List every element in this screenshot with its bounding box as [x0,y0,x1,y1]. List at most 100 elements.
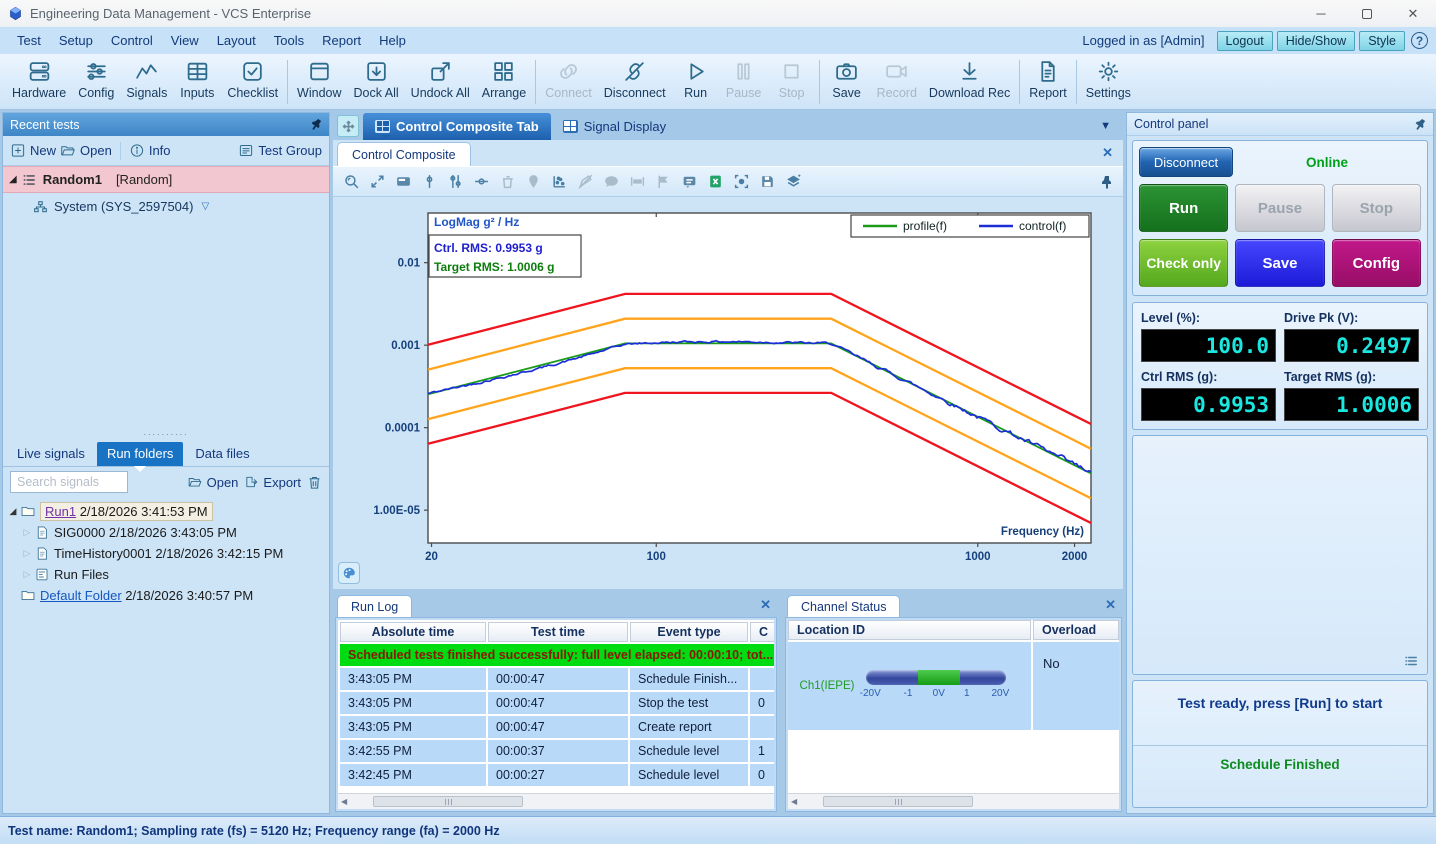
column-header-location-id[interactable]: Location ID [788,620,1031,640]
move-panes-icon[interactable] [337,115,359,137]
disconnect-button[interactable]: Disconnect [1139,147,1233,177]
excel-export-icon[interactable] [707,173,724,190]
disconnect-button[interactable]: Disconnect [598,58,672,104]
open-folder-button[interactable]: Open [187,475,239,490]
menu-report[interactable]: Report [313,33,370,48]
tree-expander-icon[interactable]: ◢ [9,174,17,185]
hardware-button[interactable]: Hardware [6,58,72,104]
tree-item-default-folder[interactable]: Default Folder 2/18/2026 3:40:57 PM [3,585,329,606]
signals-button[interactable]: Signals [120,58,173,104]
column-header-event-type[interactable]: Event type [630,622,748,642]
run-log-row[interactable]: 3:42:55 PM00:00:37Schedule level1 [340,740,774,762]
save-button[interactable]: Save [1235,239,1324,287]
logout-button[interactable]: Logout [1217,31,1273,51]
channel-row[interactable]: Ch1(IEPE) -20V-10V120V [788,642,1031,730]
close-icon[interactable]: ✕ [1105,597,1116,613]
run-button[interactable]: Run [1139,184,1228,232]
tree-item-link[interactable]: Run1 [45,504,76,519]
channel-status-tab[interactable]: Channel Status [787,595,900,617]
save-button[interactable]: Save [823,58,871,104]
test-group-button[interactable]: Test Group [238,143,322,158]
menu-view[interactable]: View [162,33,208,48]
config-button[interactable]: Config [72,58,120,104]
dock-all-button[interactable]: Dock All [348,58,405,104]
tree-item-timehistory0001-2-18-2026-3-42-15-pm[interactable]: ▷TimeHistory0001 2/18/2026 3:42:15 PM [3,543,329,564]
menu-help[interactable]: Help [370,33,415,48]
close-icon[interactable]: ✕ [760,597,771,613]
export-button[interactable]: Export [244,475,301,490]
run-log-banner-row[interactable]: Scheduled tests finished successfully: f… [340,644,774,666]
tab-live-signals[interactable]: Live signals [7,442,95,466]
cursor-single-icon[interactable] [421,173,438,190]
report-button[interactable]: Report [1023,58,1073,104]
run-log-row[interactable]: 3:43:05 PM00:00:47Stop the test0 [340,692,774,714]
maximize-icon[interactable] [1344,0,1390,27]
run-log-tab[interactable]: Run Log [337,595,412,617]
tree-expander-icon[interactable]: ▷ [21,569,33,580]
run-log-row[interactable]: 3:42:45 PM00:00:27Schedule level0 [340,764,774,786]
tree-expander-icon[interactable]: ▷ [21,548,33,559]
save-disk-icon[interactable] [759,173,776,190]
info-button[interactable]: Info [129,143,171,158]
menu-tools[interactable]: Tools [265,33,313,48]
config-button[interactable]: Config [1332,239,1421,287]
column-header-absolute-time[interactable]: Absolute time [340,622,486,642]
test-item-random1[interactable]: ◢ Random1 [Random] [3,166,329,193]
check-only-button[interactable]: Check only [1139,239,1228,287]
horizontal-scrollbar[interactable]: ◀▶ [788,793,1119,809]
tree-expander-icon[interactable]: ◢ [7,506,19,517]
open-button[interactable]: Open [60,143,112,158]
close-icon[interactable]: ✕ [1390,0,1436,27]
style-button[interactable]: Style [1359,31,1405,51]
search-input[interactable] [10,471,128,493]
palette-icon[interactable] [338,562,360,584]
column-header-test-time[interactable]: Test time [488,622,628,642]
pin-icon[interactable] [1101,175,1113,189]
arrange-button[interactable]: Arrange [476,58,532,104]
zoom-search-icon[interactable] [343,173,360,190]
panel-splitter[interactable]: ∙∙∙∙∙∙∙∙∙∙ [3,428,329,441]
run-button[interactable]: Run [672,58,720,104]
scatter-icon[interactable] [551,173,568,190]
tree-item-run1[interactable]: ◢Run1 2/18/2026 3:41:53 PM [3,501,329,522]
trash-icon[interactable] [307,475,322,490]
undock-all-button[interactable]: Undock All [405,58,476,104]
pin-icon[interactable] [311,118,322,131]
note-icon[interactable] [681,173,698,190]
inputs-button[interactable]: Inputs [173,58,221,104]
column-header-c[interactable]: C [750,622,774,642]
pin-icon[interactable] [1415,118,1426,131]
tab-control-composite-tab[interactable]: Control Composite Tab [363,113,551,140]
column-header-overload[interactable]: Overload [1033,620,1119,640]
tree-item-link[interactable]: Default Folder [40,588,122,603]
checklist-button[interactable]: Checklist [221,58,284,104]
help-icon[interactable]: ? [1411,32,1428,49]
control-composite-chart[interactable]: 20100100020000.010.0010.00011.00E-05Freq… [333,197,1119,587]
window-button[interactable]: Window [291,58,347,104]
display-card-icon[interactable] [395,173,412,190]
cursor-double-icon[interactable] [447,173,464,190]
fit-expand-icon[interactable] [369,173,386,190]
system-item[interactable]: System (SYS_2597504) ▽ [3,193,329,220]
menu-layout[interactable]: Layout [208,33,265,48]
tab-signal-display[interactable]: Signal Display [551,113,678,140]
chevron-down-icon[interactable]: ▽ [201,201,209,212]
tab-run-folders[interactable]: Run folders [97,442,183,466]
tab-list-dropdown-icon[interactable]: ▼ [1100,120,1119,132]
plot-tab-control-composite[interactable]: Control Composite [337,142,471,166]
new-button[interactable]: New [10,143,56,158]
horizontal-scrollbar[interactable]: ◀▶ [338,793,774,809]
menu-setup[interactable]: Setup [50,33,102,48]
minimize-icon[interactable]: ─ [1298,0,1344,27]
list-icon[interactable] [1403,654,1419,668]
hide-show-button[interactable]: Hide/Show [1277,31,1355,51]
settings-button[interactable]: Settings [1080,58,1137,104]
tab-data-files[interactable]: Data files [185,442,259,466]
tree-expander-icon[interactable]: ▷ [21,527,33,538]
capture-icon[interactable] [733,173,750,190]
tree-item-sig0000-2-18-2026-3-43-05-pm[interactable]: ▷SIG0000 2/18/2026 3:43:05 PM [3,522,329,543]
menu-test[interactable]: Test [8,33,50,48]
cursor-horizontal-icon[interactable] [473,173,490,190]
tree-item-run-files[interactable]: ▷Run Files [3,564,329,585]
run-log-row[interactable]: 3:43:05 PM00:00:47Create report [340,716,774,738]
